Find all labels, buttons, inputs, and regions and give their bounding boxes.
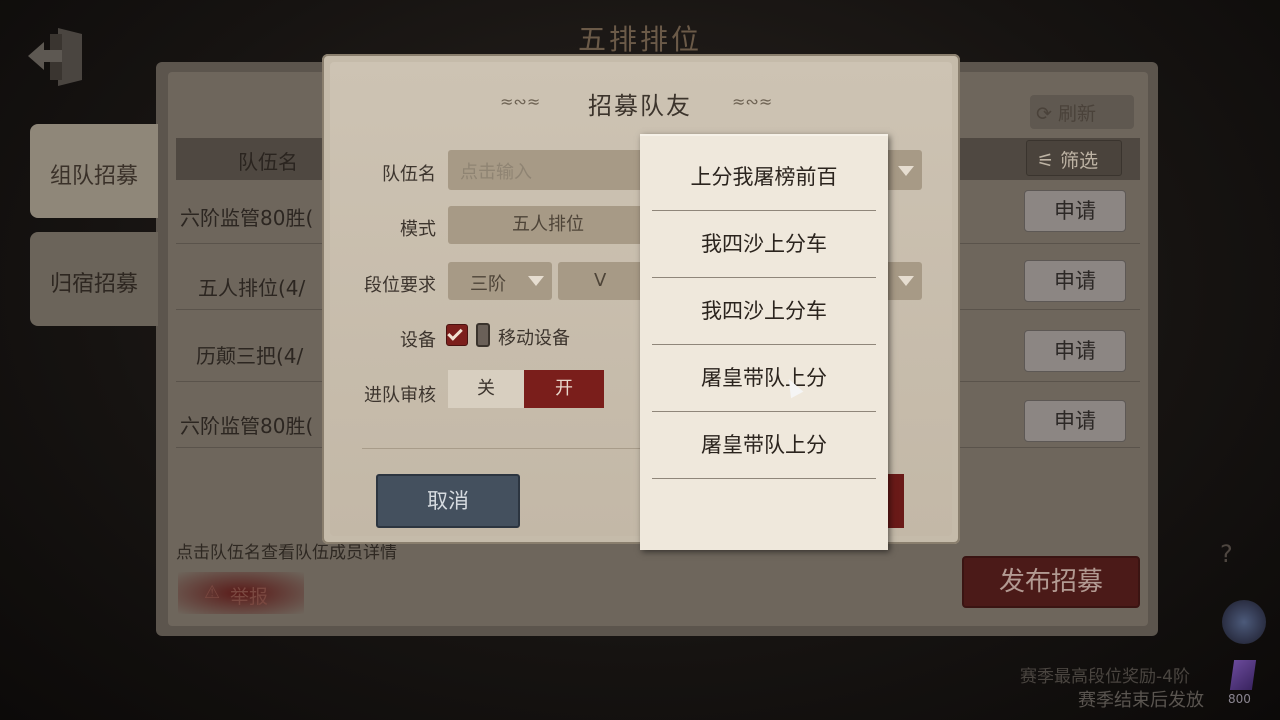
dropdown-option[interactable]: 屠皇带队上分 — [652, 345, 876, 412]
season-reward-text: 赛季最高段位奖励-4阶 — [1020, 667, 1190, 687]
chevron-down-icon[interactable] — [528, 276, 544, 286]
rank-sub-value: V — [594, 270, 607, 291]
mode-select[interactable]: 五人排位 — [448, 206, 648, 244]
filter-button[interactable]: ⚟ 筛选 — [1026, 140, 1122, 176]
report-label: 举报 — [230, 586, 269, 608]
screen-title: 五排排位 — [577, 23, 702, 56]
cancel-button[interactable]: 取消 — [376, 474, 520, 528]
dropdown-option[interactable]: 我四沙上分车 — [652, 278, 876, 345]
gem-icon — [1229, 660, 1257, 690]
team-name[interactable]: 六阶监管80胜( — [180, 202, 313, 231]
phone-icon — [476, 323, 490, 347]
dropdown-option[interactable]: 我四沙上分车 — [652, 211, 876, 278]
apply-button[interactable]: 申请 — [1024, 330, 1126, 372]
rank-tier-value: 三阶 — [470, 274, 506, 295]
chevron-down-icon[interactable] — [898, 166, 914, 176]
mobile-device-label: 移动设备 — [498, 328, 570, 349]
divider — [362, 448, 648, 449]
chevron-down-icon[interactable] — [898, 276, 914, 286]
publish-recruit-button[interactable]: 发布招募 — [962, 556, 1140, 608]
apply-button[interactable]: 申请 — [1024, 190, 1126, 232]
device-label: 设备 — [400, 330, 436, 351]
mode-label: 模式 — [400, 219, 436, 240]
apply-button[interactable]: 申请 — [1024, 400, 1126, 442]
refresh-icon: ⟳ — [1036, 103, 1052, 125]
help-icon[interactable]: ? — [1220, 540, 1233, 568]
dropdown-option[interactable]: 上分我屠榜前百 — [652, 144, 876, 211]
gem-count: 800 — [1228, 692, 1251, 706]
team-name[interactable]: 历颠三把(4/ — [196, 340, 303, 369]
filter-label: 筛选 — [1060, 150, 1099, 172]
warning-icon: ⚠ — [204, 582, 221, 603]
rank-label: 段位要求 — [364, 275, 436, 296]
flourish-right-icon: ≈∾≈ — [732, 92, 773, 111]
review-off-toggle[interactable]: 关 — [448, 370, 524, 408]
team-name[interactable]: 五人排位(4/ — [198, 272, 305, 301]
tab-guild-recruit[interactable]: 归宿招募 — [30, 232, 158, 326]
report-button[interactable]: ⚠ 举报 — [178, 572, 304, 614]
team-name-label: 队伍名 — [382, 164, 436, 185]
refresh-button[interactable]: ⟳ 刷新 — [1030, 95, 1134, 129]
review-on-toggle[interactable]: 开 — [524, 370, 604, 408]
dropdown-option[interactable]: 屠皇带队上分 — [652, 412, 876, 479]
exit-icon[interactable] — [22, 24, 92, 88]
column-team-name: 队伍名 — [238, 150, 298, 174]
tab-team-recruit[interactable]: 组队招募 — [30, 124, 158, 218]
season-badge-icon[interactable] — [1222, 600, 1266, 644]
season-note-text: 赛季结束后发放 — [1078, 690, 1204, 711]
review-label: 进队审核 — [364, 385, 436, 406]
apply-button[interactable]: 申请 — [1024, 260, 1126, 302]
team-name[interactable]: 六阶监管80胜( — [180, 410, 313, 439]
refresh-label: 刷新 — [1057, 103, 1096, 125]
filter-icon: ⚟ — [1037, 150, 1055, 172]
